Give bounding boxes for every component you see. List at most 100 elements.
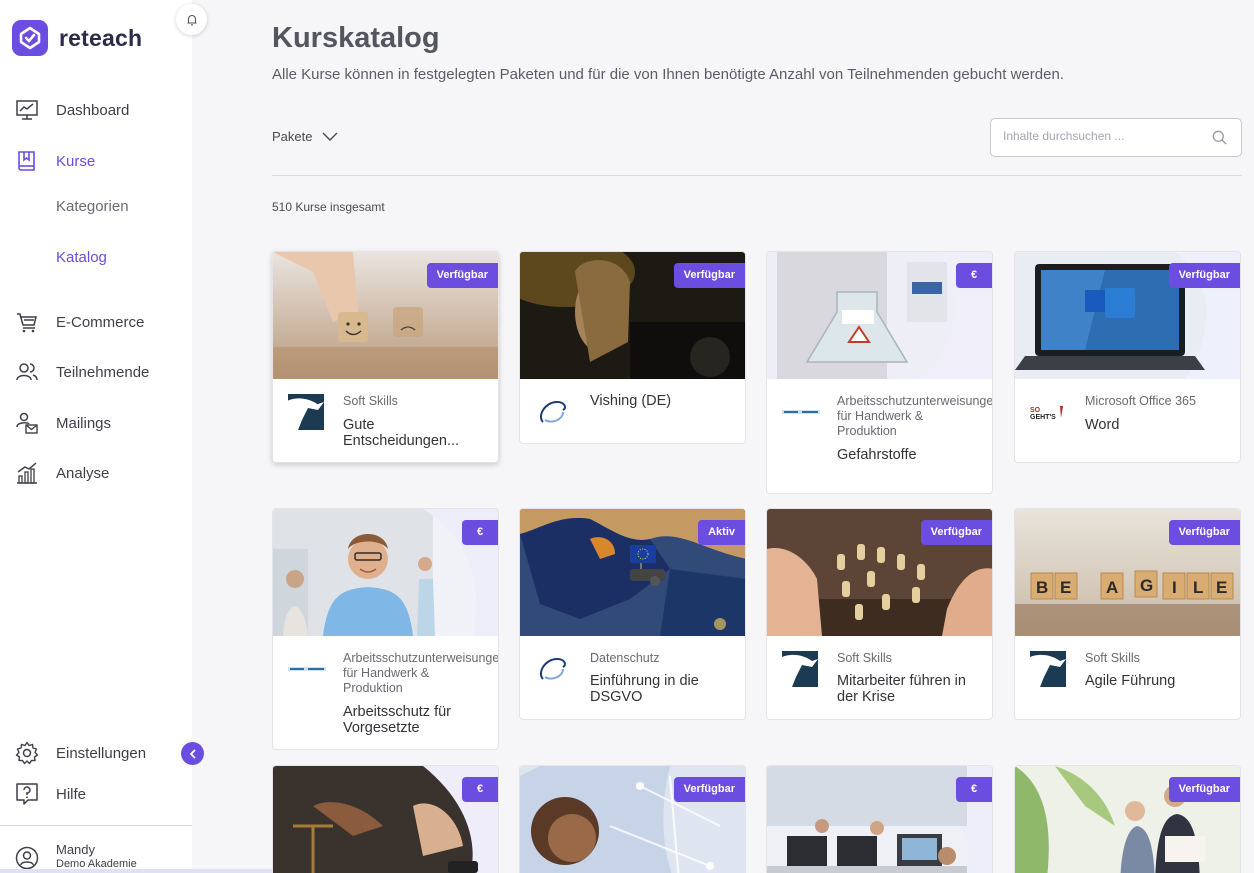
nav-label: E-Commerce — [56, 313, 145, 331]
nav-hilfe[interactable]: Hilfe — [0, 779, 192, 809]
course-card[interactable]: Verfügbar — [1014, 765, 1241, 873]
svg-text:GEHT'S: GEHT'S — [1030, 414, 1056, 420]
course-title: Arbeitsschutz für Vorgesetzte — [343, 704, 451, 736]
course-card[interactable]: Aktiv Datenschutz Einführung in die DSGV… — [519, 508, 746, 720]
status-badge: Verfügbar — [426, 263, 498, 288]
logo-mark-icon — [12, 20, 48, 56]
svg-text:G: G — [1140, 576, 1153, 595]
provider-eagle-logo — [781, 650, 819, 688]
status-badge: Verfügbar — [673, 263, 745, 288]
page-subtitle: Alle Kurse können in festgelegten Pakete… — [272, 66, 1064, 83]
app-name: reteach — [59, 24, 143, 51]
course-title: Word — [1085, 417, 1120, 433]
help-icon — [16, 783, 38, 805]
search-input[interactable] — [1003, 129, 1203, 143]
nav-analyse[interactable]: Analyse — [0, 458, 192, 488]
cart-icon — [17, 313, 37, 333]
nav-ecommerce[interactable]: E-Commerce — [0, 307, 192, 337]
gear-icon — [15, 741, 39, 765]
course-card[interactable]: BEA GIL E Verfügbar Soft Skills Agile Fü… — [1014, 508, 1241, 720]
avatar-icon — [15, 846, 39, 870]
svg-text:E: E — [1216, 578, 1227, 597]
price-badge: € — [956, 777, 992, 802]
mail-user-icon — [16, 412, 38, 434]
svg-text:B: B — [1036, 578, 1048, 597]
nav-dashboard[interactable]: Dashboard — [0, 95, 192, 125]
search-box[interactable] — [990, 118, 1242, 157]
course-card[interactable]: € — [766, 765, 993, 873]
user-profile[interactable]: Mandy Demo Akademie — [0, 838, 192, 873]
dashboard-icon — [16, 100, 38, 120]
svg-text:SO: SO — [1030, 407, 1041, 414]
course-category: Microsoft Office 365 — [1085, 394, 1196, 408]
nav-label: Kurse — [56, 152, 96, 170]
course-card[interactable]: € Arbeitsschutzunterweisungen für Handwe… — [272, 508, 499, 750]
header-divider — [272, 175, 1242, 176]
notification-bell-icon[interactable] — [176, 4, 207, 35]
price-badge: € — [462, 777, 498, 802]
course-title: Agile Führung — [1085, 673, 1176, 689]
nav-label: Analyse — [56, 464, 110, 482]
chevron-left-icon — [189, 749, 195, 758]
search-icon[interactable] — [1212, 130, 1227, 145]
provider-swirl-logo — [534, 393, 572, 431]
status-badge: Verfügbar — [673, 777, 745, 802]
status-badge: Verfügbar — [1168, 777, 1240, 802]
horizontal-scrollbar[interactable] — [0, 869, 300, 873]
svg-text:E: E — [1060, 578, 1071, 597]
nav-mailings[interactable]: Mailings — [0, 408, 192, 438]
course-card[interactable]: Verfügbar Soft Skills Mitarbeiter führen… — [766, 508, 993, 720]
sidebar-divider — [0, 825, 192, 826]
course-category: Soft Skills — [1085, 651, 1140, 665]
provider-text-logo — [287, 650, 327, 688]
course-count: 510 Kurse insgesamt — [272, 200, 385, 214]
nav-kurse[interactable]: Kurse — [0, 146, 192, 176]
status-badge: Verfügbar — [1168, 263, 1240, 288]
page-title: Kurskatalog — [272, 22, 440, 54]
course-title: Vishing (DE) — [590, 393, 672, 409]
provider-eagle-logo — [287, 393, 325, 431]
nav-einstellungen[interactable]: Einstellungen — [0, 738, 192, 768]
provider-text-logo — [781, 393, 821, 431]
app-logo[interactable]: reteach — [12, 20, 142, 56]
status-badge: Aktiv — [698, 520, 745, 545]
chart-icon — [17, 462, 37, 484]
course-category: Arbeitsschutzunterweisungen für Handwerk… — [343, 651, 499, 695]
nav-label: Dashboard — [56, 101, 130, 119]
status-badge: Verfügbar — [920, 520, 992, 545]
course-category: Soft Skills — [343, 394, 398, 408]
price-badge: € — [956, 263, 992, 288]
provider-swirl-logo — [534, 650, 572, 688]
course-category: Arbeitsschutzunterweisungen für Handwerk… — [837, 394, 993, 438]
svg-text:A: A — [1106, 578, 1118, 597]
nav-katalog[interactable]: Katalog — [56, 249, 107, 266]
course-category: Soft Skills — [837, 651, 892, 665]
svg-text:L: L — [1193, 578, 1203, 597]
course-card[interactable]: Verfügbar — [519, 765, 746, 873]
course-title: Gefahrstoffe — [837, 447, 917, 463]
sidebar: reteach Dashboard Kurse Kategorien Katal… — [0, 0, 192, 873]
status-badge: Verfügbar — [1168, 520, 1240, 545]
filter-label: Pakete — [272, 129, 313, 144]
user-name: Mandy — [56, 842, 96, 857]
collapse-sidebar-button[interactable] — [181, 742, 204, 765]
course-title: Einführung in die DSGVO — [590, 673, 699, 705]
chevron-down-icon — [322, 132, 338, 141]
course-card[interactable]: Verfügbar Vishing (DE) — [519, 251, 746, 444]
svg-text:I: I — [1172, 578, 1177, 597]
course-category: Datenschutz — [590, 651, 660, 665]
course-card[interactable]: Verfügbar SO GEHT'S Microsoft Office 365 … — [1014, 251, 1241, 463]
nav-kategorien[interactable]: Kategorien — [56, 198, 129, 215]
provider-sogehts-logo: SO GEHT'S — [1029, 393, 1067, 431]
course-card[interactable]: € Arbeitsschutzunterweisungen für Handwe… — [766, 251, 993, 494]
course-card[interactable]: Verfügbar Soft Skills Gute Entscheidunge… — [272, 251, 499, 463]
provider-eagle-logo — [1029, 650, 1067, 688]
nav-label: Hilfe — [56, 785, 87, 803]
pakete-filter-dropdown[interactable]: Pakete — [272, 129, 338, 144]
nav-label: Mailings — [56, 414, 112, 432]
book-icon — [18, 151, 35, 171]
users-icon — [16, 363, 38, 381]
course-title: Mitarbeiter führen in der Krise — [837, 673, 966, 705]
course-card[interactable]: € — [272, 765, 499, 873]
nav-teilnehmende[interactable]: Teilnehmende — [0, 357, 192, 387]
